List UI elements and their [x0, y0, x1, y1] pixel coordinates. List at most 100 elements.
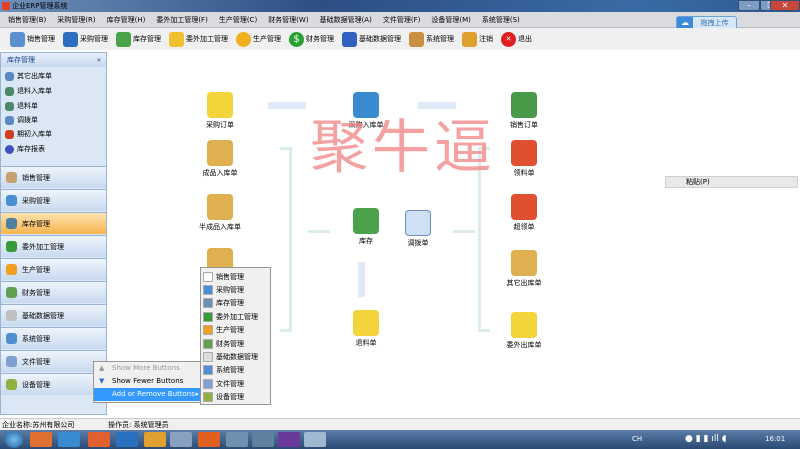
submenu-item[interactable]: 采购管理 — [201, 283, 270, 296]
nav-purchase[interactable]: 采购管理 — [1, 189, 106, 211]
menu-basic-data[interactable]: 基础数据管理(A) — [320, 15, 372, 25]
toolbar-outsource[interactable]: 委外加工管理 — [167, 29, 230, 49]
language-indicator[interactable]: CH — [632, 435, 642, 443]
house-icon — [5, 129, 14, 139]
submenu-item[interactable]: 设备管理 — [201, 391, 270, 404]
start-button[interactable] — [5, 431, 23, 448]
arrow — [358, 262, 365, 297]
show-more-buttons[interactable]: ▲ Show More Buttons — [94, 362, 202, 375]
node-semi-in[interactable]: 半成品入库单 — [190, 194, 250, 232]
menu-outsource[interactable]: 委外加工管理(F) — [156, 15, 208, 25]
visual-studio-icon[interactable] — [278, 432, 300, 447]
submenu-item[interactable]: 委外加工管理 — [201, 310, 270, 323]
menu-production[interactable]: 生产管理(C) — [219, 15, 257, 25]
explorer-icon[interactable] — [170, 432, 192, 447]
toolbar-sales[interactable]: 销售管理 — [8, 29, 57, 49]
list-item-report[interactable]: 库存报表 — [5, 142, 45, 156]
submenu-item[interactable]: 文件管理 — [201, 377, 270, 390]
collapse-button[interactable]: « — [97, 53, 101, 67]
label: 委外加工管理 — [22, 242, 64, 251]
label: 文件管理 — [22, 357, 50, 366]
list-item-return-in[interactable]: 退料入库单 — [5, 84, 52, 98]
minimize-button[interactable]: – — [738, 0, 760, 11]
purchase-icon — [203, 285, 213, 296]
erp-app-icon[interactable] — [304, 432, 326, 447]
submenu-item[interactable]: 财务管理 — [201, 337, 270, 350]
menu-finance[interactable]: 财务管理(W) — [268, 15, 308, 25]
nav-files[interactable]: 文件管理 — [1, 350, 106, 372]
label: 销售管理 — [216, 272, 244, 281]
node-other-out[interactable]: 其它出库单 — [494, 250, 554, 288]
list-item-other-out[interactable]: 其它出库单 — [5, 69, 52, 83]
taskbar-app[interactable] — [116, 432, 138, 447]
taskbar-app[interactable] — [88, 432, 110, 447]
menu-purchase[interactable]: 采购管理(R) — [57, 15, 95, 25]
node-return-material[interactable]: 退料单 — [336, 310, 396, 348]
file-icon — [203, 378, 213, 389]
toolbar-system[interactable]: 系统管理 — [407, 29, 456, 49]
nav-inventory[interactable]: 库存管理 — [1, 212, 106, 234]
node-material-req[interactable]: 领料单 — [494, 140, 554, 178]
toolbar-purchase[interactable]: 采购管理 — [61, 29, 110, 49]
taskbar-app[interactable] — [226, 432, 248, 447]
submenu-arrow-icon: ▸ — [195, 390, 199, 398]
toolbar-production[interactable]: 生产管理 — [234, 29, 283, 49]
nav-basic-data[interactable]: 基础数据管理 — [1, 304, 106, 326]
toolbar-exit[interactable]: ✕ 退出 — [499, 29, 534, 49]
submenu-item[interactable]: 销售管理 — [201, 270, 270, 283]
taskbar-app[interactable] — [30, 432, 52, 447]
node-finished-in[interactable]: 成品入库单 — [190, 140, 250, 178]
add-remove-buttons[interactable]: Add or Remove Buttons ▸ — [94, 388, 202, 401]
chrome-icon[interactable] — [144, 432, 166, 447]
toolbar-finance[interactable]: $ 财务管理 — [287, 29, 336, 49]
nav-sales[interactable]: 销售管理 — [1, 166, 106, 188]
node-outsource-out[interactable]: 委外出库单 — [494, 312, 554, 350]
nav-outsource[interactable]: 委外加工管理 — [1, 235, 106, 257]
node-inventory[interactable]: 库存 — [336, 208, 396, 246]
menu-sales[interactable]: 销售管理(B) — [8, 15, 46, 25]
node-over-req[interactable]: 超领单 — [494, 194, 554, 232]
label: 退料入库单 — [17, 87, 52, 95]
ie-icon[interactable] — [58, 432, 80, 447]
list-item-opening-in[interactable]: 期初入库单 — [5, 127, 52, 141]
label: 其它出库单 — [17, 72, 52, 80]
tray-icons[interactable]: ● ▮ ▮ ıll ◖ — [685, 434, 726, 444]
nav-finance[interactable]: 财务管理 — [1, 281, 106, 303]
label: 系统管理 — [426, 35, 454, 43]
firefox-icon[interactable] — [198, 432, 220, 447]
nav-equipment[interactable]: 设备管理 — [1, 373, 106, 395]
house-icon — [353, 208, 379, 234]
data-icon — [6, 310, 17, 321]
menu-system[interactable]: 系统管理(S) — [482, 15, 520, 25]
label: 设备管理 — [216, 393, 244, 402]
toolbar-inventory[interactable]: 库存管理 — [114, 29, 163, 49]
toolbar-logout[interactable]: 注销 — [460, 29, 495, 49]
nav-system[interactable]: 系统管理 — [1, 327, 106, 349]
menu-inventory[interactable]: 库存管理(H) — [107, 15, 146, 25]
box-up-icon — [511, 140, 537, 166]
list-item-transfer[interactable]: 调拨单 — [5, 113, 38, 127]
node-purchase-order[interactable]: 采购订单 — [190, 92, 250, 130]
taskbar-app[interactable] — [252, 432, 274, 447]
node-sales-order[interactable]: 销售订单 — [494, 92, 554, 130]
menu-files[interactable]: 文件管理(F) — [383, 15, 421, 25]
submenu-item[interactable]: 库存管理 — [201, 297, 270, 310]
menu-equipment[interactable]: 设备管理(M) — [431, 15, 471, 25]
list-item-return[interactable]: 退料单 — [5, 99, 38, 113]
calendar-grid-icon — [342, 31, 357, 47]
submenu-item[interactable]: 基础数据管理 — [201, 350, 270, 363]
clock[interactable]: 16:01 — [765, 435, 785, 443]
submenu-item[interactable]: 系统管理 — [201, 364, 270, 377]
submenu-item[interactable]: 生产管理 — [201, 324, 270, 337]
close-window-button[interactable]: ✕ — [770, 0, 800, 11]
label: 其它出库单 — [506, 279, 542, 287]
taskbar: CH ● ▮ ▮ ıll ◖ 16:01 — [0, 430, 800, 449]
node-transfer[interactable]: 调拨单 — [388, 210, 448, 248]
label: 采购订单 — [206, 121, 234, 129]
nav-production[interactable]: 生产管理 — [1, 258, 106, 280]
label: 采购管理 — [22, 196, 50, 205]
app-icon — [2, 2, 10, 10]
show-fewer-buttons[interactable]: ▼ Show Fewer Buttons — [94, 375, 202, 388]
toolbar-basic-data[interactable]: 基础数据管理 — [340, 29, 403, 49]
paste-menu-item[interactable]: 粘贴(P) — [665, 176, 798, 188]
